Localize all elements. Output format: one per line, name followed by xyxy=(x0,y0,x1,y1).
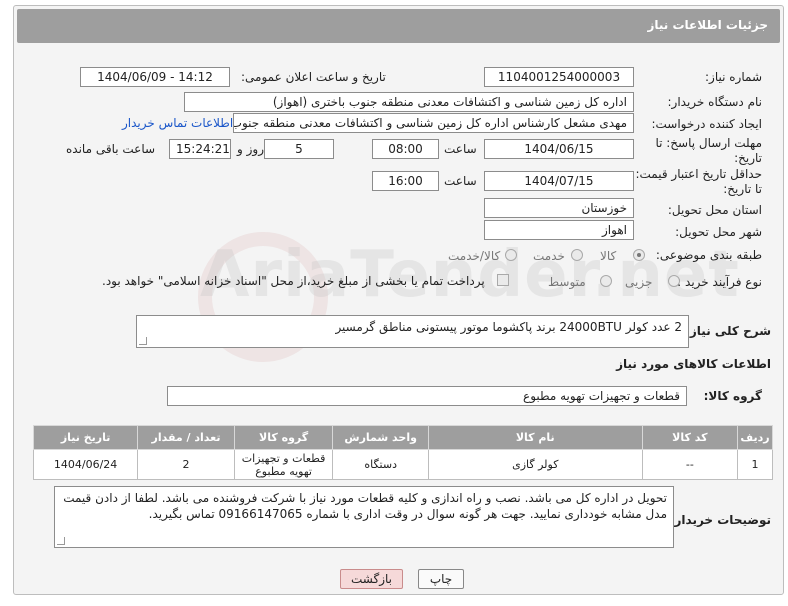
remaining-label: ساعت باقی مانده xyxy=(66,142,156,156)
category-label: طبقه بندی موضوعی: xyxy=(655,248,762,262)
remaining-time-field[interactable]: 15:24:21 xyxy=(169,139,231,159)
process-option-minor: جزیی xyxy=(625,275,653,289)
process-option-medium: متوسط xyxy=(548,275,586,289)
buyer-field[interactable]: اداره کل زمین شناسی و اکتشافات معدنی منط… xyxy=(184,92,634,112)
category-option-service: خدمت xyxy=(533,249,565,263)
col-unit: واحد شمارش xyxy=(332,425,429,450)
process-label: نوع فرآیند خرید : xyxy=(677,275,762,289)
province-label: استان محل تحویل: xyxy=(667,203,762,217)
deadline-date-field[interactable]: 1404/06/15 xyxy=(484,139,634,159)
announce-label: تاریخ و ساعت اعلان عمومی: xyxy=(241,70,386,84)
deadline-label-date: تاریخ: xyxy=(734,151,762,165)
creator-field[interactable]: مهدی مشعل کارشناس اداره کل زمین شناسی و … xyxy=(233,113,634,133)
category-option-both: کالا/خدمت xyxy=(448,249,501,263)
days-label: روز و xyxy=(237,142,264,156)
description-label: شرح کلی نیاز: xyxy=(685,324,771,338)
goods-group-field[interactable]: قطعات و تجهیزات تهویه مطبوع xyxy=(167,386,687,406)
buyer-label: نام دستگاه خریدار: xyxy=(667,95,763,109)
validity-time-label: ساعت xyxy=(444,174,477,188)
city-field[interactable]: اهواز xyxy=(484,220,634,240)
col-row: ردیف xyxy=(737,425,773,450)
payment-note: پرداخت تمام یا بخشی از مبلغ خرید،از محل … xyxy=(102,274,485,288)
creator-label: ایجاد کننده درخواست: xyxy=(651,117,762,131)
announce-field[interactable]: 1404/06/09 - 14:12 xyxy=(80,67,230,87)
table-row[interactable]: 1 -- کولر گازی دستگاه قطعات و تجهیزات ته… xyxy=(32,449,773,480)
goods-group-label: گروه کالا: xyxy=(703,389,762,403)
resize-handle[interactable] xyxy=(57,537,65,545)
category-option-goods: کالا xyxy=(600,249,617,263)
cell-code: -- xyxy=(641,449,739,480)
buyer-contact-link[interactable]: اطلاعات تماس خریدار xyxy=(122,116,233,130)
print-button[interactable]: چاپ xyxy=(418,569,464,589)
col-qty: تعداد / مقدار xyxy=(137,425,235,450)
back-button[interactable]: بازگشت xyxy=(340,569,403,589)
days-field[interactable]: 5 xyxy=(264,139,334,159)
validity-time-field[interactable]: 16:00 xyxy=(372,171,439,191)
validity-label: حداقل تاریخ اعتبار قیمت: xyxy=(635,167,762,181)
process-radio-medium[interactable] xyxy=(600,275,612,287)
col-code: کد کالا xyxy=(641,425,739,450)
city-label: شهر محل تحویل: xyxy=(675,225,762,239)
validity-label-date: تا تاریخ: xyxy=(723,182,762,196)
cell-row: 1 xyxy=(737,449,773,480)
goods-section-title: اطلاعات کالاهای مورد نیاز xyxy=(616,357,771,371)
col-group: گروه کالا xyxy=(233,425,334,450)
category-radio-both[interactable] xyxy=(505,249,517,261)
page-title: جزئیات اطلاعات نیاز xyxy=(647,18,768,32)
cell-unit: دستگاه xyxy=(332,449,429,480)
buyer-notes-field[interactable]: تحویل در اداره کل می باشد. نصب و راه اند… xyxy=(54,486,674,548)
category-radio-service[interactable] xyxy=(571,249,583,261)
process-radio-minor[interactable] xyxy=(668,275,680,287)
col-date: تاریخ نیاز xyxy=(32,425,139,450)
validity-date-field[interactable]: 1404/07/15 xyxy=(484,171,634,191)
col-name: نام کالا xyxy=(427,425,643,450)
description-text: 2 عدد کولر 24000BTU برند پاکشوما موتور پ… xyxy=(335,320,682,334)
header-bar: جزئیات اطلاعات نیاز xyxy=(17,9,780,43)
items-table: ردیف کد کالا نام کالا واحد شمارش گروه کا… xyxy=(32,425,773,480)
description-field[interactable]: 2 عدد کولر 24000BTU برند پاکشوما موتور پ… xyxy=(136,315,689,348)
deadline-time-field[interactable]: 08:00 xyxy=(372,139,439,159)
cell-qty: 2 xyxy=(137,449,235,480)
buyer-notes-text: تحویل در اداره کل می باشد. نصب و راه اند… xyxy=(63,491,667,521)
cell-date: 1404/06/24 xyxy=(32,449,139,480)
treasury-checkbox[interactable] xyxy=(497,274,509,286)
need-number-field[interactable]: 1104001254000003 xyxy=(484,67,634,87)
table-header-row: ردیف کد کالا نام کالا واحد شمارش گروه کا… xyxy=(32,425,773,450)
deadline-time-label: ساعت xyxy=(444,142,477,156)
cell-name: کولر گازی xyxy=(427,449,643,480)
cell-group: قطعات و تجهیزات تهویه مطبوع xyxy=(233,449,334,480)
deadline-label: مهلت ارسال پاسخ: تا xyxy=(655,136,762,150)
buyer-notes-label: توضیحات خریدار: xyxy=(669,513,771,527)
province-field[interactable]: خوزستان xyxy=(484,198,634,218)
resize-handle[interactable] xyxy=(139,337,147,345)
need-number-label: شماره نیاز: xyxy=(705,70,762,84)
category-radio-goods[interactable] xyxy=(633,249,645,261)
